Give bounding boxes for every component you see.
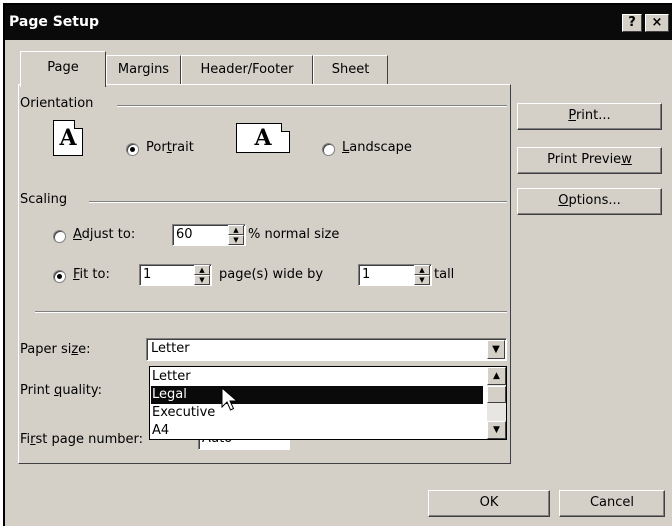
- tab-sheet-label: Sheet: [331, 62, 370, 77]
- page-fold-corner: [281, 123, 290, 132]
- scaling-divider: [89, 201, 507, 203]
- landscape-radio[interactable]: [322, 143, 335, 156]
- cancel-button[interactable]: Cancel: [559, 490, 665, 517]
- paper-size-label: Paper size:: [20, 342, 91, 357]
- scroll-down-icon[interactable]: ▼: [487, 421, 506, 439]
- spin-down-icon[interactable]: ▼: [228, 235, 244, 245]
- fit-to-radio[interactable]: [53, 270, 66, 283]
- mouse-pointer-icon: [221, 387, 239, 411]
- landscape-page-icon: A: [236, 123, 290, 153]
- chevron-down-icon[interactable]: ▼: [487, 340, 505, 359]
- scaling-group-label: Scaling: [20, 192, 74, 207]
- tab-margins-label: Margins: [117, 62, 170, 77]
- spin-up-icon[interactable]: ▲: [194, 265, 210, 275]
- options-button[interactable]: Options...: [517, 188, 662, 215]
- tab-margins[interactable]: Margins: [106, 55, 181, 85]
- ok-button[interactable]: OK: [428, 490, 550, 517]
- tab-header-footer-label: Header/Footer: [200, 62, 294, 77]
- fit-wide-value[interactable]: 1: [143, 267, 151, 282]
- first-page-number-label: First page number:: [20, 432, 144, 447]
- page-fold-corner: [74, 120, 83, 129]
- adjust-to-spin-buttons[interactable]: ▲ ▼: [228, 225, 244, 245]
- title-bar[interactable]: Page Setup ? ×: [5, 5, 672, 40]
- paper-size-option[interactable]: Letter: [151, 368, 483, 386]
- print-button[interactable]: Print...: [517, 103, 662, 130]
- tab-header-footer[interactable]: Header/Footer: [181, 55, 313, 85]
- fit-tall-spin-buttons[interactable]: ▲ ▼: [414, 265, 430, 285]
- tab-sheet[interactable]: Sheet: [313, 55, 388, 85]
- orientation-group-label: Orientation: [20, 96, 100, 111]
- tab-page-label: Page: [47, 60, 79, 75]
- portrait-radio[interactable]: [126, 143, 139, 156]
- print-quality-label: Print quality:: [20, 383, 102, 398]
- fit-to-label[interactable]: Fit to:: [73, 267, 110, 282]
- spin-up-icon[interactable]: ▲: [228, 225, 244, 235]
- spin-down-icon[interactable]: ▼: [194, 275, 210, 285]
- fit-wide-spin-buttons[interactable]: ▲ ▼: [194, 265, 210, 285]
- adjust-to-radio[interactable]: [53, 230, 66, 243]
- adjust-to-spinner[interactable]: 60 ▲ ▼: [172, 224, 246, 246]
- adjust-to-label[interactable]: Adjust to:: [73, 227, 135, 242]
- close-button[interactable]: ×: [645, 14, 669, 32]
- portrait-page-icon: A: [53, 120, 83, 156]
- tab-page[interactable]: Page: [20, 51, 106, 87]
- section-divider: [35, 311, 507, 313]
- scroll-up-icon[interactable]: ▲: [487, 367, 506, 385]
- paper-size-option[interactable]: A4: [151, 422, 483, 439]
- adjust-to-value[interactable]: 60: [176, 227, 193, 242]
- adjust-to-suffix: % normal size: [248, 227, 340, 242]
- paper-size-dropdown-list: Letter Legal Executive A4 ▲ ▼: [149, 366, 507, 440]
- print-preview-button[interactable]: Print Preview: [517, 147, 662, 174]
- dropdown-scrollbar[interactable]: ▲ ▼: [487, 367, 506, 439]
- paper-size-value[interactable]: Letter: [151, 341, 190, 356]
- spin-up-icon[interactable]: ▲: [414, 265, 430, 275]
- landscape-icon-glyph: A: [254, 125, 272, 151]
- help-button[interactable]: ?: [622, 14, 642, 32]
- fit-wide-suffix: page(s) wide by: [219, 267, 324, 282]
- paper-size-select[interactable]: Letter ▼: [146, 338, 507, 361]
- scroll-thumb[interactable]: [487, 386, 506, 403]
- portrait-label[interactable]: Portrait: [146, 140, 194, 155]
- orientation-divider: [117, 105, 507, 107]
- landscape-label[interactable]: Landscape: [342, 140, 412, 155]
- fit-tall-suffix: tall: [434, 267, 455, 282]
- page-setup-dialog: Page Setup ? × Page Margins Header/Foote…: [3, 3, 672, 526]
- fit-tall-value[interactable]: 1: [362, 267, 370, 282]
- spin-down-icon[interactable]: ▼: [414, 275, 430, 285]
- fit-tall-spinner[interactable]: 1 ▲ ▼: [358, 264, 432, 286]
- paper-size-option[interactable]: Legal: [151, 386, 483, 404]
- window-title: Page Setup: [9, 14, 99, 30]
- paper-size-option[interactable]: Executive: [151, 404, 483, 422]
- fit-wide-spinner[interactable]: 1 ▲ ▼: [139, 264, 212, 286]
